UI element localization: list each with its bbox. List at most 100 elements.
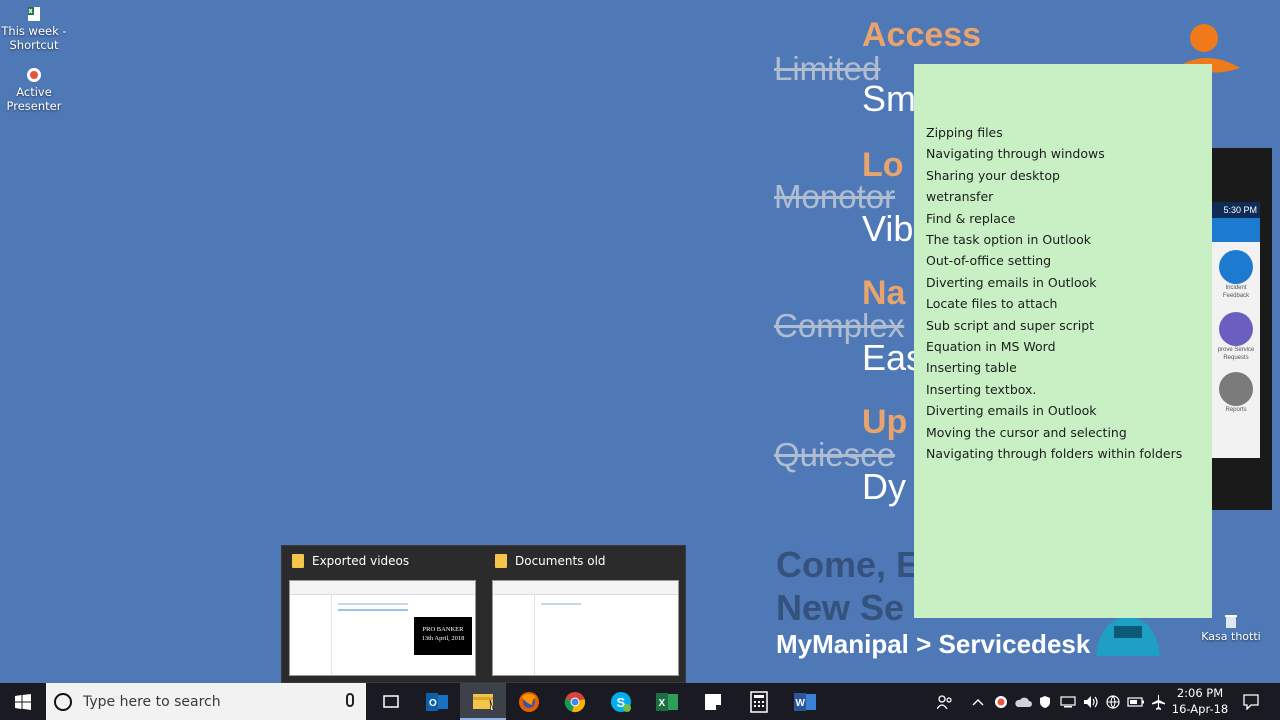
battery-icon — [1127, 696, 1144, 707]
wallpaper-text: Sm — [862, 78, 916, 119]
record-icon — [995, 695, 1007, 708]
tray-network-globe[interactable] — [1102, 683, 1124, 720]
cortana-icon — [54, 692, 72, 711]
sticky-note-item: Diverting emails in Outlook — [926, 274, 1097, 290]
taskbar-app-skype[interactable]: S — [598, 683, 644, 720]
chevron-up-icon — [972, 698, 984, 705]
search-box[interactable]: Type here to search — [46, 683, 366, 720]
taskbar-app-firefox[interactable] — [506, 683, 552, 720]
thumbnail-exported-videos[interactable]: Exported videos PRO BANKER 13th April, 2… — [282, 546, 482, 682]
tray-onedrive[interactable] — [1012, 683, 1034, 720]
sticky-note-item: Sharing your desktop — [926, 167, 1060, 183]
desktop-icon-label: Active Presenter — [6, 85, 62, 113]
svg-text:X: X — [659, 698, 666, 709]
thumbnail-documents-old[interactable]: Documents old — [485, 546, 685, 682]
microphone-icon[interactable] — [346, 693, 354, 707]
tray-device[interactable] — [1056, 683, 1080, 720]
sticky-note-item: Moving the cursor and selecting — [926, 424, 1127, 440]
phone-app-incident: Incident Feedback — [1212, 250, 1260, 300]
clock-time: 2:06 PM — [1176, 686, 1224, 700]
firefox-icon — [519, 691, 539, 712]
phone-status-time: 5:30 PM — [1212, 202, 1260, 218]
phone-app-label: Incident Feedback — [1222, 285, 1250, 299]
tray-activepresenter[interactable] — [990, 683, 1012, 720]
taskbar-app-word[interactable]: W — [782, 683, 828, 720]
approve-icon — [1219, 312, 1253, 346]
sticky-note[interactable]: Zipping files Navigating through windows… — [914, 64, 1212, 618]
action-center-button[interactable] — [1238, 683, 1264, 720]
phone-app-bar — [1212, 218, 1260, 242]
svg-text:W: W — [796, 698, 806, 709]
start-button[interactable] — [0, 683, 46, 720]
activepresenter-icon — [27, 68, 41, 82]
thumbnail-video-text: PRO BANKER — [422, 626, 464, 633]
phone-app-reports: Reports — [1212, 372, 1260, 414]
show-hidden-icons-button[interactable] — [968, 683, 988, 720]
airplane-mode-button[interactable] — [1148, 683, 1170, 720]
sticky-note-item: Out-of-office setting — [926, 253, 1052, 269]
device-icon — [1060, 695, 1076, 707]
calculator-icon — [750, 690, 768, 713]
task-view-button[interactable] — [368, 683, 414, 720]
thumbnail-video-text: 13th April, 2018 — [421, 635, 465, 642]
volume-button[interactable] — [1080, 683, 1102, 720]
wallpaper-text: Vib — [862, 208, 914, 249]
excel-icon: X — [656, 692, 678, 711]
thumbnail-screenshot — [492, 580, 679, 676]
sticky-note-item: wetransfer — [926, 189, 994, 205]
folder-icon — [292, 554, 304, 568]
sticky-note-item: The task option in Outlook — [926, 232, 1092, 248]
taskbar-app-excel[interactable]: X — [644, 683, 690, 720]
sticky-note-item: Navigating through folders within folder… — [926, 446, 1183, 462]
desktop-icon-recycle-bin[interactable]: Kasa thotti — [1196, 614, 1266, 643]
desktop-icon-active-presenter[interactable]: Active Presenter — [0, 67, 68, 113]
sticky-note-item: Inserting textbox. — [926, 381, 1037, 397]
sticky-notes-icon — [705, 693, 721, 710]
taskbar-app-outlook[interactable]: O — [414, 683, 460, 720]
wallpaper-tagline: New Se — [776, 587, 905, 628]
taskbar-app-sticky-notes[interactable] — [690, 683, 736, 720]
desktop-icon-this-week[interactable]: This week - Shortcut — [0, 6, 68, 52]
search-placeholder: Type here to search — [83, 693, 221, 710]
skype-icon: S — [611, 691, 631, 712]
cloud-icon — [1015, 697, 1032, 707]
people-icon — [937, 694, 952, 709]
excel-shortcut-icon — [28, 7, 40, 21]
thumbnail-video-frame: PRO BANKER 13th April, 2018 — [414, 617, 472, 655]
chrome-icon — [564, 691, 586, 712]
taskbar-app-chrome[interactable] — [552, 683, 598, 720]
tray-security[interactable] — [1034, 683, 1056, 720]
outlook-icon: O — [426, 692, 448, 711]
phone-app-label: Reports — [1225, 407, 1247, 413]
battery-button[interactable] — [1124, 683, 1148, 720]
sticky-note-item: Sub script and super script — [926, 317, 1095, 333]
sticky-note-item: Zipping files — [926, 125, 1003, 140]
incident-icon — [1219, 250, 1253, 284]
people-button[interactable] — [932, 683, 958, 720]
taskbar-app-calculator[interactable] — [736, 683, 782, 720]
sticky-note-item: Navigating through windows — [926, 146, 1105, 162]
wallpaper-tagline: Come, E — [776, 544, 921, 585]
task-view-icon — [383, 694, 399, 708]
svg-text:O: O — [429, 698, 437, 709]
system-clock[interactable]: 2:06 PM 16-Apr-18 — [1170, 685, 1230, 717]
desktop-icon-label: Kasa thotti — [1201, 630, 1261, 643]
taskbar-thumbnail-preview: Exported videos PRO BANKER 13th April, 2… — [281, 545, 686, 683]
phone-app-label: prove Service Requests — [1217, 347, 1255, 361]
airplane-icon — [1152, 694, 1165, 710]
speaker-icon — [1084, 695, 1098, 708]
phone-app-approve: prove Service Requests — [1212, 312, 1260, 362]
wallpaper-tagline: MyManipal > Servicedesk — [776, 629, 1091, 659]
sticky-note-item: Find & replace — [926, 210, 1016, 226]
recycle-bin-icon — [1225, 615, 1237, 628]
notification-icon — [1243, 693, 1259, 710]
taskbar-app-file-explorer[interactable] — [460, 683, 506, 720]
sticky-note-item: Inserting table — [926, 360, 1017, 376]
sticky-note-list: Zipping files Navigating through windows… — [926, 122, 1200, 465]
desktop-icon-label: This week - Shortcut — [1, 24, 67, 52]
sticky-note-item: Equation in MS Word — [926, 339, 1056, 355]
sticky-note-item: Locate files to attach — [926, 296, 1058, 312]
taskbar: Type here to search O S X W 2:06 PM 16-A… — [0, 683, 1280, 720]
thumbnail-screenshot: PRO BANKER 13th April, 2018 — [289, 580, 476, 676]
clock-date: 16-Apr-18 — [1171, 702, 1229, 716]
